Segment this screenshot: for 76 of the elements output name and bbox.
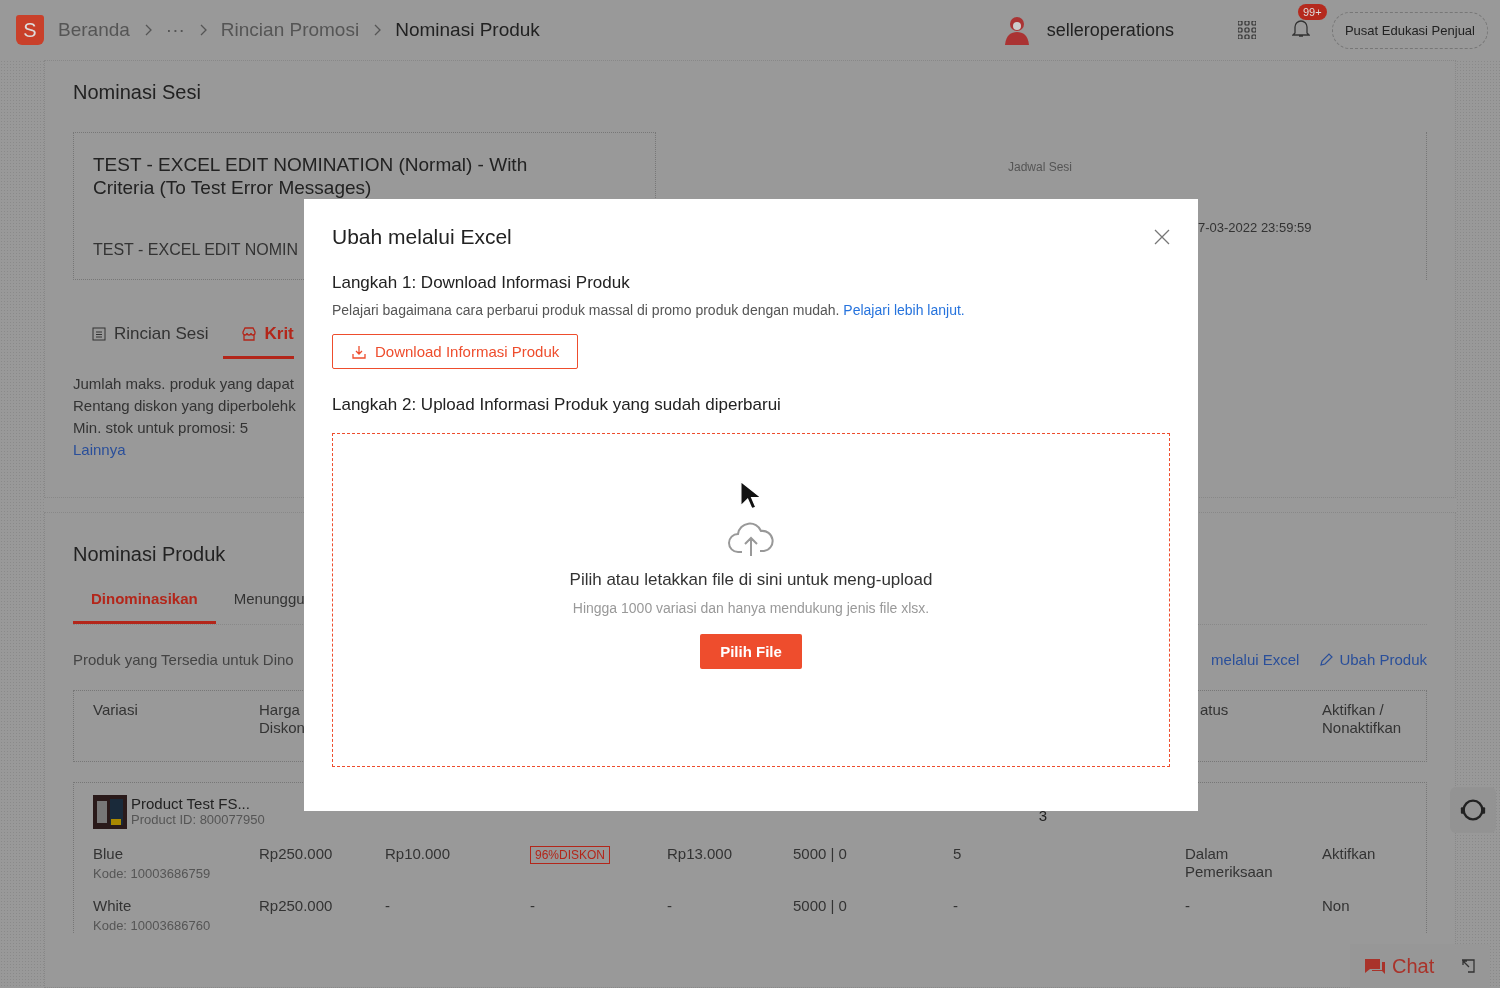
column-header: Aktifkan / Nonaktifkan xyxy=(1322,701,1403,737)
chevron-icon xyxy=(198,24,207,36)
table-cell: 5000 | 0 xyxy=(793,897,847,914)
table-cell: Rp13.000 xyxy=(667,845,733,862)
product-name: Product Test FS... xyxy=(131,795,251,812)
column-header: Harga Diskon xyxy=(259,701,306,737)
variation-count: 3 xyxy=(1038,807,1047,826)
close-icon[interactable] xyxy=(1154,229,1170,245)
session-subtitle: TEST - EXCEL EDIT NOMIN xyxy=(93,241,300,259)
bell-icon[interactable] xyxy=(1291,18,1310,38)
table-cell: - xyxy=(530,897,535,914)
table-cell: Dalam Pemeriksaan xyxy=(1185,845,1273,880)
session-tab[interactable]: Rincian Sesi xyxy=(92,314,209,359)
table-cell: 5000 | 0 xyxy=(793,845,847,862)
download-icon xyxy=(351,343,367,360)
drop-zone-title: Pilih atau letakkan file di sini untuk meng-upload xyxy=(569,570,933,590)
username[interactable]: selleroperations xyxy=(1046,19,1174,41)
schedule-date: 7-03-2022 23:59:59 xyxy=(1197,220,1313,235)
criteria-text: Rentang diskon yang diperbolehk xyxy=(73,396,296,416)
table-cell: 5 xyxy=(953,845,962,862)
product-id: Product ID: 800077950 xyxy=(131,812,265,827)
table-cell: Rp10.000 xyxy=(385,845,451,862)
column-header: atus xyxy=(1199,701,1230,720)
variation-name: Blue xyxy=(93,845,125,862)
more-link[interactable]: Lainnya xyxy=(73,441,126,458)
section-heading: Nominasi Produk xyxy=(73,543,227,566)
table-cell: - xyxy=(953,897,958,914)
drop-zone-hint: Hingga 1000 variasi dan hanya mendukung jenis file xlsx. xyxy=(572,600,930,616)
chevron-icon xyxy=(373,24,382,36)
criteria-text: Jumlah maks. produk yang dapat xyxy=(73,374,294,394)
upload-drop-zone[interactable]: Pilih atau letakkan file di sini untuk meng-upload Hingga 1000 variasi dan hanya mendukung jenis file xlsx. Pilih File xyxy=(332,433,1170,767)
breadcrumb-item[interactable]: Rincian Promosi xyxy=(220,19,360,41)
table-cell: - xyxy=(1185,897,1190,914)
chat-bubbles-icon xyxy=(1364,956,1386,976)
step-heading: Langkah 1: Download Informasi Produk xyxy=(332,273,631,293)
column-header: Variasi xyxy=(93,701,139,720)
apps-grid-icon[interactable] xyxy=(1237,21,1256,39)
chevron-icon xyxy=(143,24,152,36)
schedule-label: Jadwal Sesi xyxy=(1008,160,1074,174)
variation-code: Kode: 10003686760 xyxy=(93,918,212,933)
product-tab[interactable]: Dinominasikan xyxy=(73,578,216,624)
table-cell: Rp250.000 xyxy=(259,845,333,862)
choose-file-button[interactable]: Pilih File xyxy=(700,634,802,669)
table-cell: Non xyxy=(1322,897,1350,914)
table-cell: Aktifkan xyxy=(1322,845,1376,862)
session-title: TEST - EXCEL EDIT NOMINATION (Normal) - With Criteria (To Test Error Messages) xyxy=(93,153,529,199)
notification-badge: 99+ xyxy=(1297,4,1327,20)
product-tab[interactable]: Menunggu xyxy=(215,578,323,624)
minimize-icon[interactable] xyxy=(1460,958,1476,974)
headset-button[interactable] xyxy=(1450,787,1496,833)
variation-name: White xyxy=(93,897,133,914)
shop-bag-logo[interactable]: S xyxy=(16,15,44,45)
table-cell: Rp250.000 xyxy=(259,897,333,914)
excel-edit-link[interactable]: melalui Excel xyxy=(1211,651,1300,668)
list-icon xyxy=(92,327,106,341)
criteria-text: Min. stok untuk promosi: 5 xyxy=(73,418,249,438)
shop-icon xyxy=(240,327,257,341)
variation-code: Kode: 10003686759 xyxy=(93,866,212,881)
discount-badge: 96%DISKON xyxy=(530,846,611,864)
step-description: Pelajari bagaimana cara perbarui produk massal di promo produk dengan mudah. xyxy=(332,302,840,318)
section-heading: Nominasi Sesi xyxy=(73,81,202,104)
breadcrumb-item[interactable]: ··· xyxy=(165,19,185,41)
session-tab[interactable]: Krit xyxy=(222,314,294,359)
table-cell: - xyxy=(667,897,672,914)
step-heading: Langkah 2: Upload Informasi Produk yang sudah diperbarui xyxy=(332,395,782,415)
edit-products-link[interactable]: Ubah Produk xyxy=(1319,651,1427,668)
dialog-title: Ubah melalui Excel xyxy=(332,225,512,249)
breadcrumb-item: Nominasi Produk xyxy=(395,19,540,41)
download-button[interactable]: Download Informasi Produk xyxy=(332,334,579,369)
pencil-icon xyxy=(1319,652,1334,667)
breadcrumb-item[interactable]: Beranda xyxy=(58,19,130,41)
learn-more-link[interactable]: Pelajari lebih lanjut. xyxy=(843,302,965,318)
chat-button[interactable]: Chat xyxy=(1364,954,1435,978)
mouse-cursor-icon xyxy=(739,480,759,510)
available-products-text: Produk yang Tersedia untuk Dino xyxy=(73,651,294,668)
table-cell: - xyxy=(385,897,390,914)
